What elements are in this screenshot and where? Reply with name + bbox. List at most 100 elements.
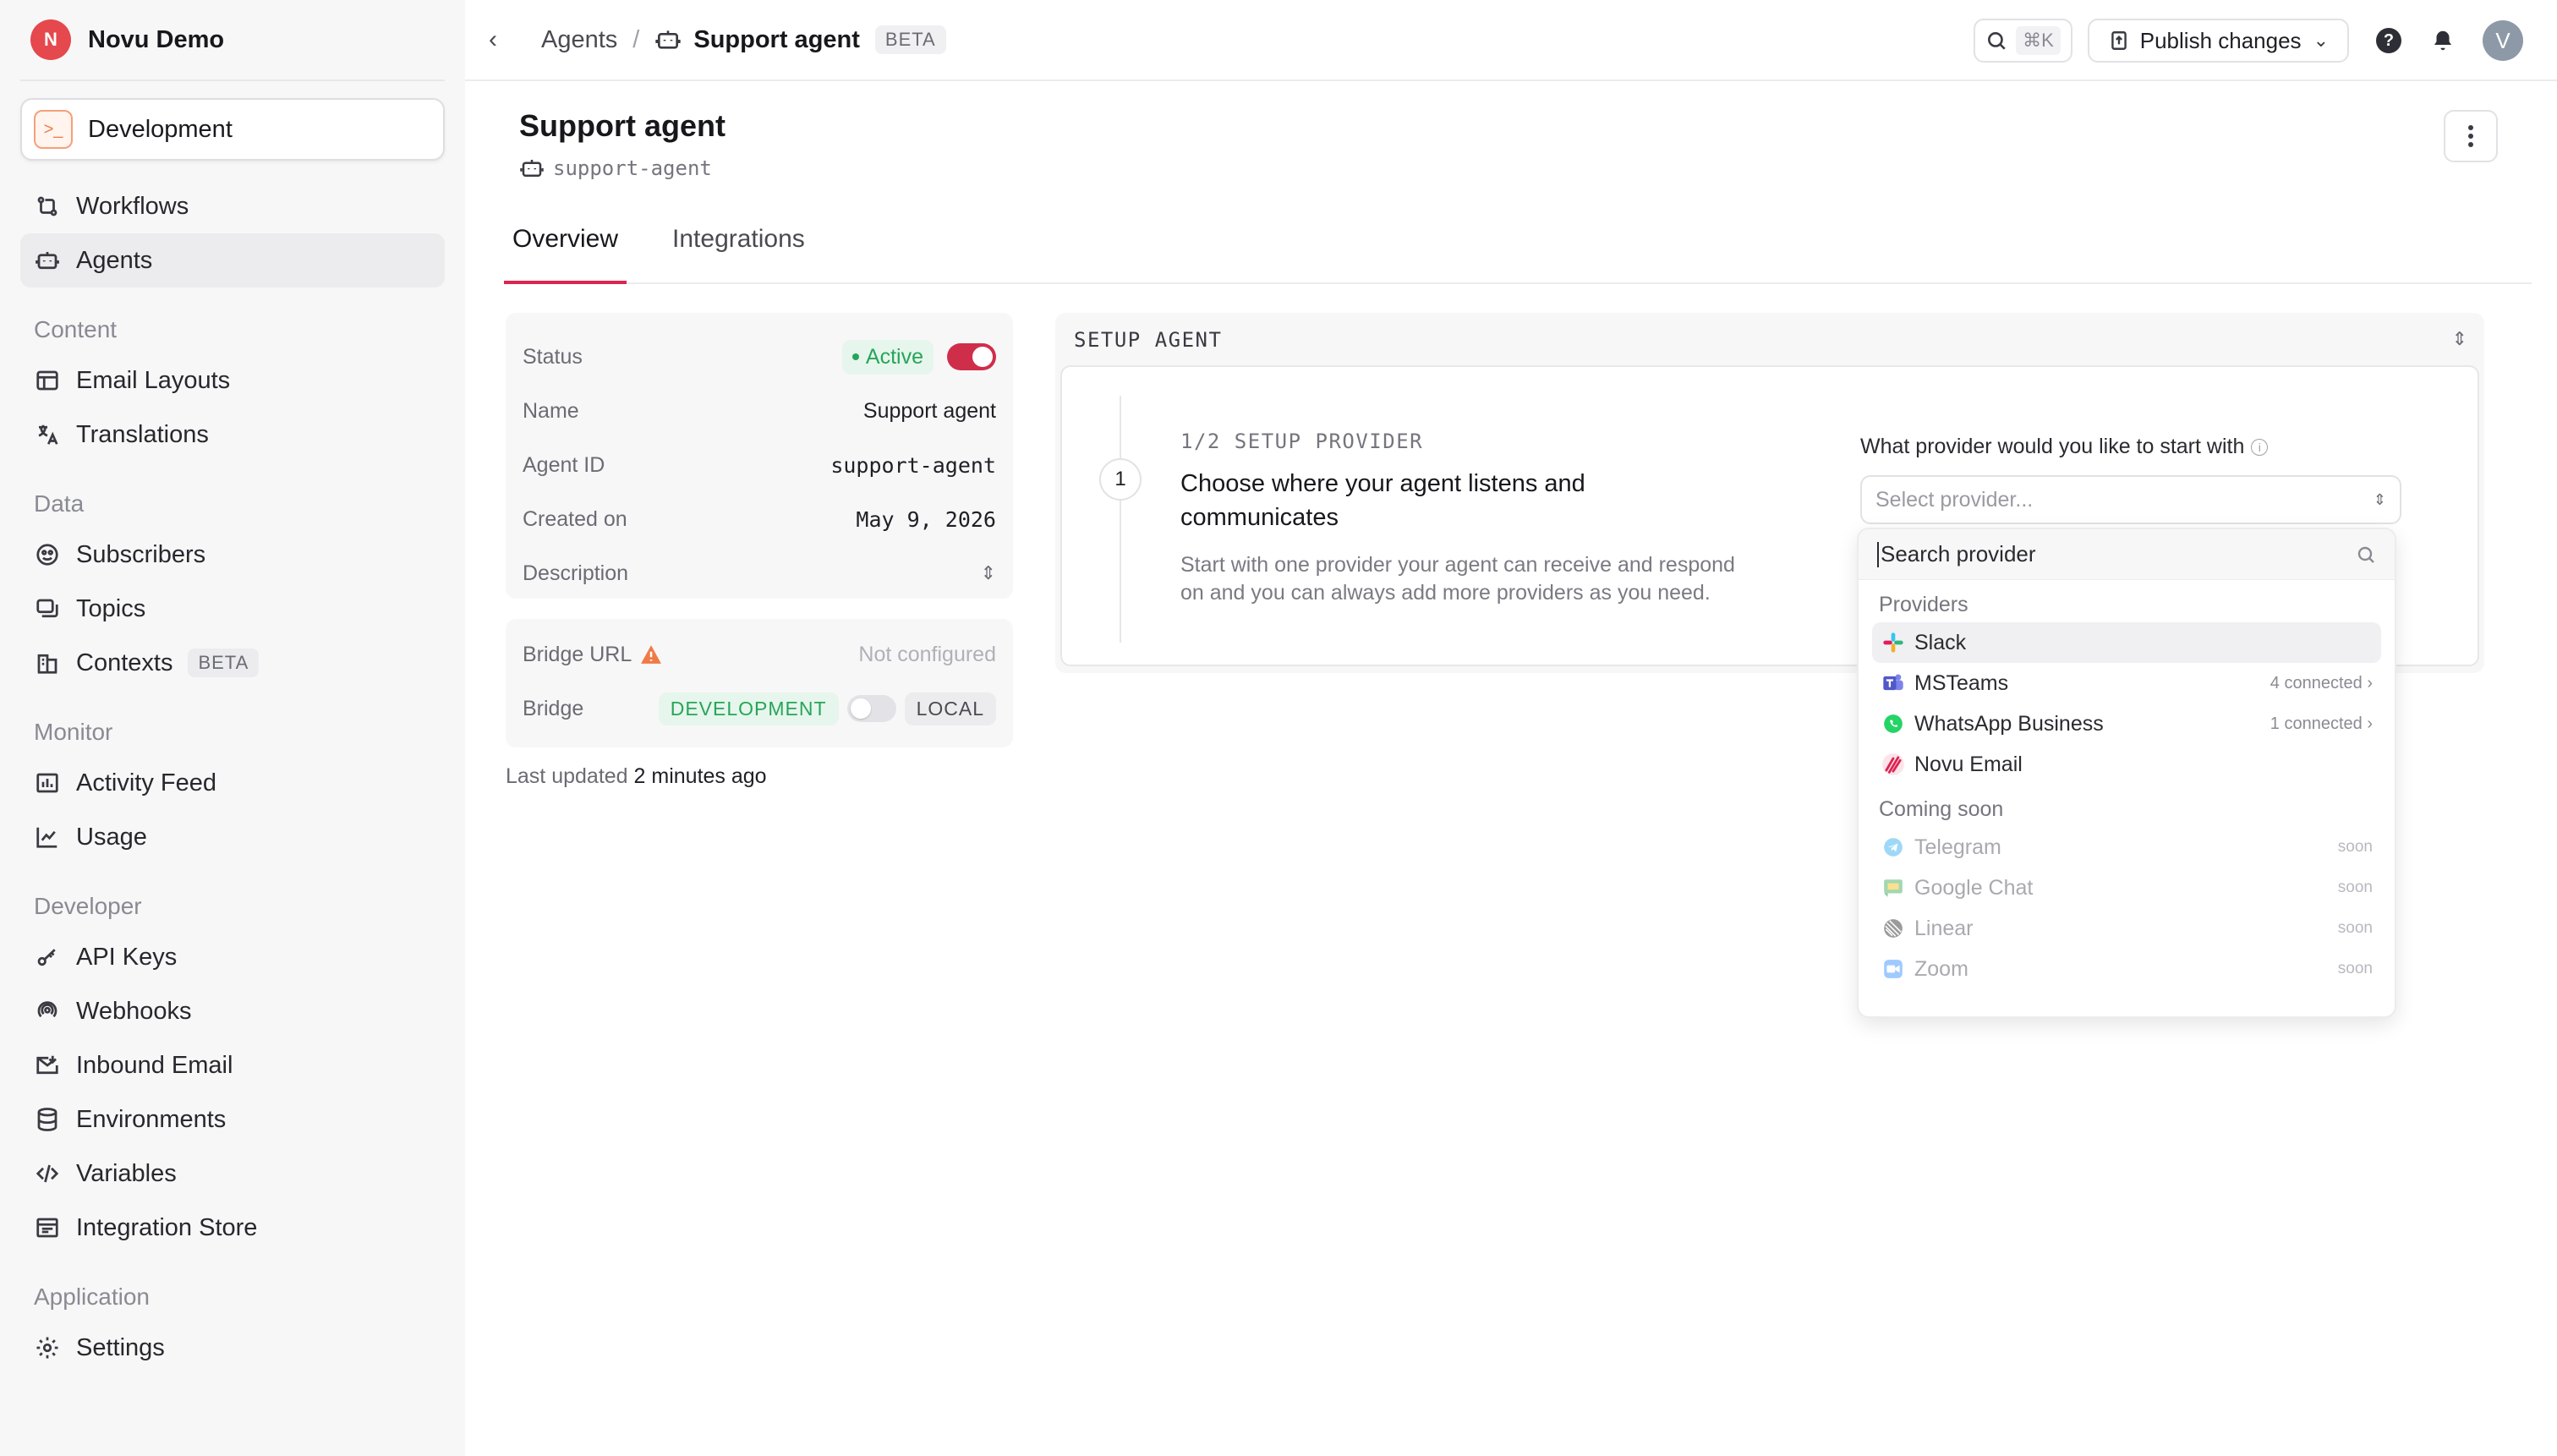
contexts-icon: [34, 649, 61, 676]
sidebar-item-inbound-email[interactable]: Inbound Email: [20, 1038, 445, 1092]
linear-icon: [1881, 916, 1906, 941]
bridge-local-label: LOCAL: [904, 692, 996, 725]
slack-icon: [1881, 630, 1906, 655]
org-switcher[interactable]: N Novu Demo: [20, 0, 445, 81]
sidebar-item-label: Variables: [76, 1159, 177, 1187]
more-options-button[interactable]: [2444, 110, 2498, 162]
sidebar-item-agents[interactable]: Agents: [20, 233, 445, 287]
status-value: Active: [841, 339, 996, 375]
provider-option-msteams[interactable]: MSTeams 4 connected ›: [1872, 663, 2381, 703]
chevron-right-icon: ›: [2367, 714, 2373, 733]
sidebar-item-settings[interactable]: Settings: [20, 1321, 445, 1375]
page-title: Support agent: [519, 108, 725, 143]
sidebar-item-contexts[interactable]: Contexts BETA: [20, 636, 445, 690]
gear-icon: [34, 1334, 61, 1361]
sidebar-item-topics[interactable]: Topics: [20, 582, 445, 636]
sidebar-item-email-layouts[interactable]: Email Layouts: [20, 353, 445, 408]
step-description: Start with one provider your agent can r…: [1180, 553, 1735, 605]
sidebar-item-variables[interactable]: Variables: [20, 1147, 445, 1201]
sidebar-item-environments[interactable]: Environments: [20, 1092, 445, 1147]
sidebar-item-activity-feed[interactable]: Activity Feed: [20, 756, 445, 810]
bridge-toggle[interactable]: [846, 695, 896, 722]
status-toggle[interactable]: [947, 343, 996, 370]
sidebar-item-workflows[interactable]: Workflows: [20, 179, 445, 233]
agent-id-label: Agent ID: [523, 452, 605, 477]
search-field: Search provider: [1877, 541, 2036, 567]
sidebar: N Novu Demo >_ Development Workflows Age…: [0, 0, 465, 1456]
info-icon[interactable]: i: [2251, 438, 2269, 456]
provider-option-telegram: Telegram soon: [1872, 827, 2381, 868]
soon-badge: soon: [2337, 960, 2373, 977]
breadcrumb-agents[interactable]: Agents: [541, 26, 617, 54]
bridge-row: Bridge DEVELOPMENT LOCAL: [523, 681, 996, 736]
webhook-icon: [34, 998, 61, 1025]
provider-select[interactable]: Select provider... ⇕: [1860, 475, 2401, 524]
bridge-url-label-wrap: Bridge URL: [523, 643, 662, 667]
chevron-right-icon: ›: [2367, 673, 2373, 692]
top-actions: ⌘K Publish changes ⌄ ? V: [1974, 19, 2523, 63]
provider-option-slack[interactable]: Slack: [1872, 622, 2381, 663]
step-tag: 1/2 SETUP PROVIDER: [1180, 430, 1424, 453]
nav-section-data: Data: [34, 490, 85, 517]
user-avatar[interactable]: V: [2483, 20, 2523, 61]
provider-option-novu-email[interactable]: Novu Email: [1872, 744, 2381, 785]
step-number: 1: [1099, 458, 1142, 501]
store-icon: [34, 1214, 61, 1241]
kebab-icon: [2468, 123, 2473, 149]
name-row: Name Support agent: [523, 384, 996, 438]
updown-chevron-icon: ⇕: [2373, 490, 2386, 508]
search-icon: [1988, 32, 2006, 50]
sidebar-item-label: Activity Feed: [76, 769, 216, 796]
sidebar-item-usage[interactable]: Usage: [20, 810, 445, 864]
option-label: Novu Email: [1914, 752, 2023, 776]
step-title: Choose where your agent listens and comm…: [1180, 470, 1585, 531]
sidebar-item-label: Inbound Email: [76, 1051, 233, 1079]
notifications-button[interactable]: [2428, 26, 2457, 55]
code-icon: [34, 1160, 61, 1187]
last-updated-value: 2 minutes ago: [633, 764, 767, 788]
collapse-updown-icon[interactable]: ⇕: [2452, 328, 2467, 350]
sidebar-item-label: Usage: [76, 823, 147, 851]
sidebar-item-integration-store[interactable]: Integration Store: [20, 1201, 445, 1255]
environment-switcher[interactable]: >_ Development: [20, 98, 445, 161]
sidebar-item-translations[interactable]: Translations: [20, 408, 445, 462]
option-label: Telegram: [1914, 835, 2001, 859]
sidebar-item-label: Topics: [76, 594, 146, 622]
msteams-icon: [1881, 671, 1906, 696]
bridge-switch-group: DEVELOPMENT LOCAL: [658, 692, 996, 725]
workflow-icon: [34, 193, 61, 220]
text-caret: [1877, 541, 1879, 567]
sidebar-item-label: Subscribers: [76, 540, 206, 568]
sidebar-item-subscribers[interactable]: Subscribers: [20, 528, 445, 582]
org-name: Novu Demo: [88, 25, 225, 53]
publish-changes-button[interactable]: Publish changes ⌄: [2087, 19, 2349, 63]
option-left: Slack: [1881, 630, 1966, 655]
provider-option-whatsapp[interactable]: WhatsApp Business 1 connected ›: [1872, 703, 2381, 744]
sidebar-item-api-keys[interactable]: API Keys: [20, 930, 445, 984]
name-value: Support agent: [862, 398, 996, 423]
activity-icon: [34, 769, 61, 796]
bridge-url-row: Bridge URL Not configured: [523, 627, 996, 681]
bridge-development-label: DEVELOPMENT: [658, 692, 839, 725]
sidebar-item-label: API Keys: [76, 943, 178, 971]
bridge-url-label: Bridge URL: [523, 642, 632, 666]
name-label: Name: [523, 398, 579, 423]
nav-section-developer: Developer: [34, 893, 142, 919]
agent-id-row: Agent ID support-agent: [523, 438, 996, 492]
expand-updown-icon[interactable]: ⇕: [981, 562, 996, 584]
publish-label: Publish changes: [2139, 27, 2302, 53]
tab-integrations[interactable]: Integrations: [664, 211, 813, 284]
search-button[interactable]: ⌘K: [1974, 19, 2072, 63]
database-icon: [34, 1106, 61, 1133]
description-row[interactable]: Description ⇕: [523, 546, 996, 600]
translate-icon: [34, 421, 61, 448]
option-label: WhatsApp Business: [1914, 711, 2104, 736]
sidebar-item-webhooks[interactable]: Webhooks: [20, 984, 445, 1038]
agent-slug: support-agent: [519, 156, 712, 181]
provider-search-input[interactable]: Search provider: [1859, 529, 2395, 580]
back-chevron-icon[interactable]: ‹: [489, 25, 523, 54]
search-icon: [2357, 546, 2374, 563]
layout-icon: [34, 367, 61, 394]
help-button[interactable]: ?: [2374, 26, 2403, 55]
tab-overview[interactable]: Overview: [504, 211, 627, 284]
